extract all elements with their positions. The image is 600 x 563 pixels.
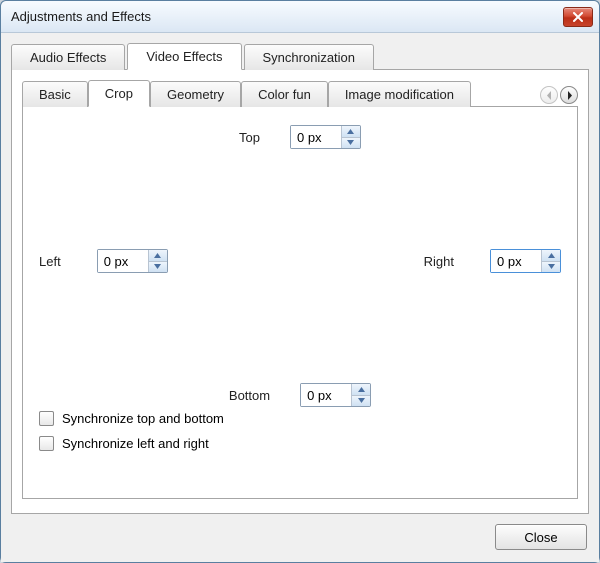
crop-bottom-step-down[interactable]: [352, 396, 370, 407]
tab-video-effects[interactable]: Video Effects: [127, 43, 241, 70]
crop-right-spinbox[interactable]: [490, 249, 561, 273]
subtab-color-fun[interactable]: Color fun: [241, 81, 328, 107]
crop-top-label: Top: [239, 130, 260, 145]
crop-panel: Top Left: [22, 106, 578, 499]
sync-left-right-row[interactable]: Synchronize left and right: [39, 436, 561, 451]
sync-top-bottom-row[interactable]: Synchronize top and bottom: [39, 411, 561, 426]
window-close-button[interactable]: [563, 7, 593, 27]
subtab-scroll-left[interactable]: [540, 86, 558, 104]
chevron-up-icon: [548, 253, 555, 258]
crop-right-label: Right: [424, 254, 454, 269]
dialog-footer: Close: [11, 514, 589, 552]
subtab-strip: Basic Crop Geometry Color fun Image modi…: [22, 78, 578, 106]
crop-bottom-input[interactable]: [301, 384, 351, 406]
crop-left-label: Left: [39, 254, 61, 269]
crop-left-step-down[interactable]: [149, 262, 167, 273]
chevron-down-icon: [347, 140, 354, 145]
subtab-geometry[interactable]: Geometry: [150, 81, 241, 107]
crop-top-row: Top: [39, 125, 561, 149]
sync-checkboxes: Synchronize top and bottom Synchronize l…: [39, 411, 561, 451]
chevron-down-icon: [358, 398, 365, 403]
chevron-right-icon: [566, 91, 573, 100]
crop-left-step-up[interactable]: [149, 250, 167, 262]
crop-right-group: Right: [424, 249, 561, 273]
sync-top-bottom-checkbox[interactable]: [39, 411, 54, 426]
crop-bottom-label: Bottom: [229, 388, 270, 403]
crop-left-spin-buttons: [148, 250, 167, 272]
chevron-up-icon: [358, 387, 365, 392]
subtab-scroll-right[interactable]: [560, 86, 578, 104]
chevron-up-icon: [347, 129, 354, 134]
chevron-down-icon: [154, 264, 161, 269]
chevron-down-icon: [548, 264, 555, 269]
crop-bottom-step-up[interactable]: [352, 384, 370, 396]
chevron-left-icon: [546, 91, 553, 100]
subtab-basic[interactable]: Basic: [22, 81, 88, 107]
tab-audio-effects[interactable]: Audio Effects: [11, 44, 125, 70]
crop-left-group: Left: [39, 249, 168, 273]
crop-bottom-spinbox[interactable]: [300, 383, 371, 407]
crop-bottom-row: Bottom: [39, 383, 561, 407]
close-icon: [573, 12, 583, 22]
crop-bottom-spin-buttons: [351, 384, 370, 406]
crop-top-step-down[interactable]: [342, 138, 360, 149]
crop-left-input[interactable]: [98, 250, 148, 272]
chevron-up-icon: [154, 253, 161, 258]
crop-top-spinbox[interactable]: [290, 125, 361, 149]
crop-top-spin-buttons: [341, 126, 360, 148]
close-button[interactable]: Close: [495, 524, 587, 550]
client-area: Audio Effects Video Effects Synchronizat…: [1, 33, 599, 562]
sync-left-right-label: Synchronize left and right: [62, 436, 209, 451]
crop-right-step-up[interactable]: [542, 250, 560, 262]
crop-right-input[interactable]: [491, 250, 541, 272]
close-button-label: Close: [524, 530, 557, 545]
crop-middle-row: Left Right: [39, 249, 561, 273]
subtab-crop[interactable]: Crop: [88, 80, 150, 107]
video-effects-panel: Basic Crop Geometry Color fun Image modi…: [11, 69, 589, 514]
crop-left-spinbox[interactable]: [97, 249, 168, 273]
titlebar: Adjustments and Effects: [1, 1, 599, 33]
tab-synchronization[interactable]: Synchronization: [244, 44, 375, 70]
subtab-scroll-controls: [540, 86, 578, 106]
window-title: Adjustments and Effects: [11, 9, 563, 24]
main-tabstrip: Audio Effects Video Effects Synchronizat…: [11, 41, 589, 69]
crop-top-step-up[interactable]: [342, 126, 360, 138]
crop-right-step-down[interactable]: [542, 262, 560, 273]
dialog-window: Adjustments and Effects Audio Effects Vi…: [0, 0, 600, 563]
crop-top-input[interactable]: [291, 126, 341, 148]
sync-top-bottom-label: Synchronize top and bottom: [62, 411, 224, 426]
crop-right-spin-buttons: [541, 250, 560, 272]
sync-left-right-checkbox[interactable]: [39, 436, 54, 451]
subtab-image-modification[interactable]: Image modification: [328, 81, 471, 107]
